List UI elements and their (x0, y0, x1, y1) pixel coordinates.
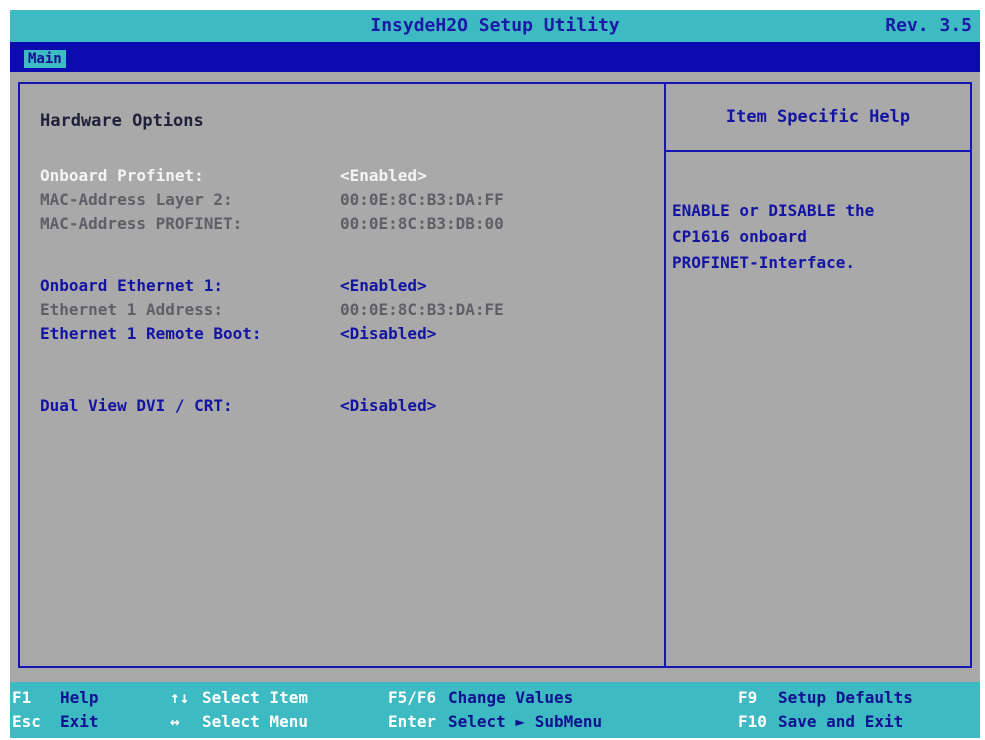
setting-label: Onboard Ethernet 1: (40, 276, 224, 295)
setting-ethernet-1-address: Ethernet 1 Address: 00:0E:8C:B3:DA:FE (40, 300, 640, 324)
key-up-down-arrows: ↑↓ (170, 688, 190, 707)
key-save-and-exit-action: Save and Exit (778, 712, 904, 731)
key-f9: F9 (738, 688, 758, 707)
setting-label: Ethernet 1 Address: (40, 300, 224, 319)
key-select-item-action: Select Item (202, 688, 308, 707)
tab-main[interactable]: Main (24, 50, 66, 68)
setting-value: 00:0E:8C:B3:DB:00 (340, 214, 504, 233)
key-f5-f6: F5/F6 (388, 688, 437, 707)
help-line: CP1616 onboard (672, 227, 807, 246)
bios-screen: InsydeH2O Setup Utility Rev. 3.5 Main Ha… (10, 10, 980, 738)
settings-panel: Hardware Options Onboard Profinet: <Enab… (20, 84, 666, 666)
help-panel: Item Specific Help ENABLE or DISABLE the… (666, 84, 970, 666)
setting-label: MAC-Address Layer 2: (40, 190, 233, 209)
key-change-values-action: Change Values (448, 688, 574, 707)
setting-label: Dual View DVI / CRT: (40, 396, 233, 415)
key-f1: F1 (12, 688, 32, 707)
help-text: ENABLE or DISABLE the CP1616 onboard PRO… (672, 198, 962, 276)
setting-dual-view-dvi-crt[interactable]: Dual View DVI / CRT: <Disabled> (40, 396, 640, 420)
menu-bar: Main (10, 42, 980, 72)
setting-mac-profinet: MAC-Address PROFINET: 00:0E:8C:B3:DB:00 (40, 214, 640, 238)
revision-label: Rev. 3.5 (885, 15, 972, 36)
setting-value: 00:0E:8C:B3:DA:FE (340, 300, 504, 319)
key-setup-defaults-action: Setup Defaults (778, 688, 913, 707)
help-line: ENABLE or DISABLE the (672, 201, 875, 220)
key-esc: Esc (12, 712, 41, 731)
setting-value[interactable]: <Disabled> (340, 396, 436, 415)
main-panel: Hardware Options Onboard Profinet: <Enab… (18, 82, 972, 668)
setting-mac-layer2: MAC-Address Layer 2: 00:0E:8C:B3:DA:FF (40, 190, 640, 214)
key-legend-bar: F1 Help ↑↓ Select Item F5/F6 Change Valu… (10, 682, 980, 738)
setting-onboard-ethernet-1[interactable]: Onboard Ethernet 1: <Enabled> (40, 276, 640, 300)
setting-onboard-profinet[interactable]: Onboard Profinet: <Enabled> (40, 166, 640, 190)
setting-label: MAC-Address PROFINET: (40, 214, 243, 233)
help-title: Item Specific Help (666, 84, 970, 152)
setting-value[interactable]: <Enabled> (340, 276, 427, 295)
setting-value[interactable]: <Disabled> (340, 324, 436, 343)
setting-value[interactable]: <Enabled> (340, 166, 427, 185)
key-select-menu-action: Select Menu (202, 712, 308, 731)
key-f1-action: Help (60, 688, 99, 707)
title-bar: InsydeH2O Setup Utility Rev. 3.5 (10, 10, 980, 42)
setting-ethernet-1-remote-boot[interactable]: Ethernet 1 Remote Boot: <Disabled> (40, 324, 640, 348)
setting-label: Onboard Profinet: (40, 166, 204, 185)
section-heading: Hardware Options (40, 111, 204, 131)
key-select-submenu-action: Select ► SubMenu (448, 712, 603, 731)
key-left-right-arrows: ↔ (170, 712, 180, 731)
app-title: InsydeH2O Setup Utility (370, 15, 620, 36)
key-exit-action: Exit (60, 712, 99, 731)
setting-value: 00:0E:8C:B3:DA:FF (340, 190, 504, 209)
key-f10: F10 (738, 712, 767, 731)
key-enter: Enter (388, 712, 437, 731)
help-line: PROFINET-Interface. (672, 253, 856, 272)
setting-label: Ethernet 1 Remote Boot: (40, 324, 262, 343)
